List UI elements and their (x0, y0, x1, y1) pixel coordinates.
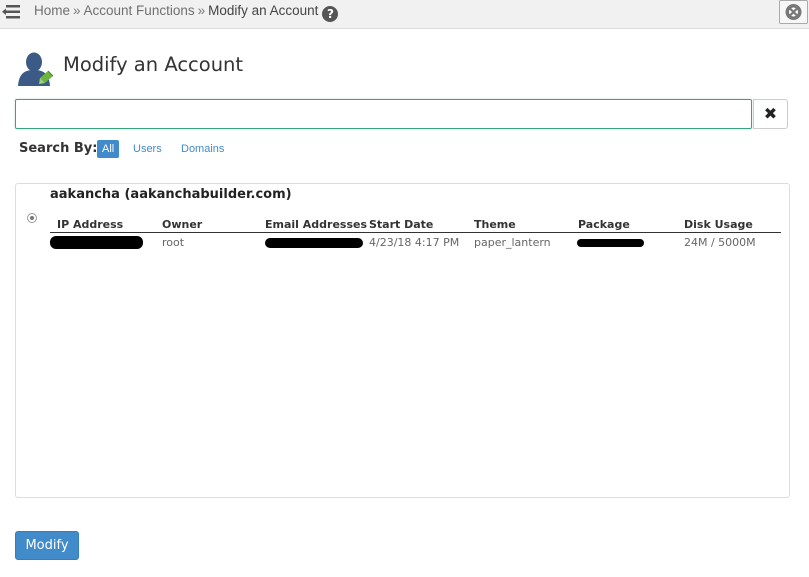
owner-cell: root (162, 236, 185, 249)
disk-usage-cell: 24M / 5000M (684, 236, 756, 249)
clear-icon: ✖ (763, 104, 778, 123)
filter-users[interactable]: Users (133, 140, 162, 158)
theme-cell: paper_lantern (474, 236, 551, 249)
modify-button[interactable]: Modify (15, 531, 79, 560)
help-icon[interactable]: ? (322, 6, 339, 22)
breadcrumb-separator: » (73, 3, 81, 18)
column-header-theme: Theme (474, 218, 516, 231)
search-input[interactable] (15, 99, 752, 129)
close-icon (785, 4, 802, 20)
table-header-rule (50, 232, 781, 233)
menu-icon[interactable] (2, 2, 22, 22)
top-bar: Home» Account Functions» Modify an Account… (0, 0, 809, 29)
breadcrumb-home-link[interactable]: Home (34, 3, 70, 18)
close-button[interactable] (779, 0, 808, 24)
column-header-email-addresses: Email Addresses (265, 218, 368, 231)
clear-search-button[interactable]: ✖ (753, 99, 788, 129)
column-header-owner: Owner (162, 218, 203, 231)
filter-domains[interactable]: Domains (181, 140, 224, 158)
page-title: Modify an Account (63, 53, 244, 76)
account-radio[interactable] (27, 213, 37, 223)
column-header-ip-address: IP Address (57, 218, 124, 231)
account-name: aakancha (aakanchabuilder.com) (50, 187, 292, 202)
breadcrumb-separator: » (197, 3, 206, 18)
column-header-package: Package (578, 218, 630, 231)
breadcrumb: Home» Account Functions» Modify an Account… (34, 2, 339, 22)
search-by-label: Search By: (19, 141, 98, 156)
redacted-ip-address (50, 236, 143, 249)
redacted-package (577, 239, 644, 247)
column-header-start-date: Start Date (369, 218, 434, 231)
column-header-disk-usage: Disk Usage (684, 218, 753, 231)
start-date-cell: 4/23/18 4:17 PM (369, 236, 460, 249)
filter-all[interactable]: All (97, 140, 120, 158)
user-account-icon (18, 52, 54, 86)
breadcrumb-account-functions-link[interactable]: Account Functions (84, 3, 195, 18)
breadcrumb-current: Modify an Account (208, 3, 319, 18)
redacted-email-address[interactable] (265, 238, 363, 248)
